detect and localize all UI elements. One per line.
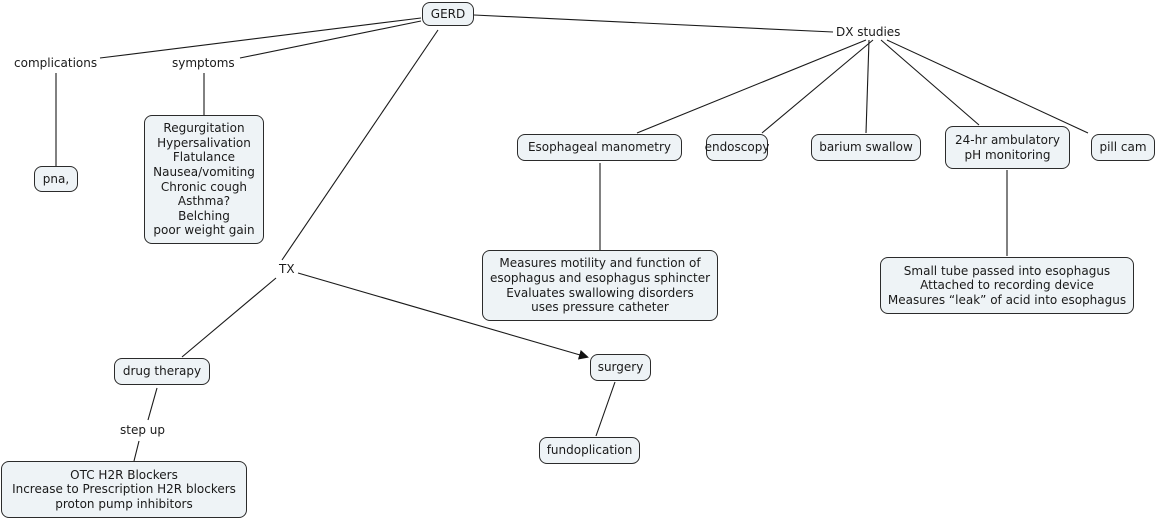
edge-gerd-tx <box>281 29 439 261</box>
linking-phrase-tx: TX <box>277 262 297 276</box>
concept-surgery[interactable]: surgery <box>590 354 651 381</box>
edge-gerd-complications <box>99 17 422 59</box>
linking-phrase-dx-studies: DX studies <box>834 25 903 39</box>
edge-drug-stepup <box>147 387 158 421</box>
concept-pna[interactable]: pna, <box>34 166 78 192</box>
linking-phrase-symptoms: symptoms <box>170 56 237 70</box>
edge-surgery-fundoplication <box>595 381 616 437</box>
concept-symptoms-list[interactable]: Regurgitation Hypersalivation Flatulance… <box>144 115 264 244</box>
edge-gerd-dx-studies <box>473 14 834 33</box>
edge-dx-manometry <box>636 39 867 134</box>
edge-stepup-drugsteps <box>133 440 140 462</box>
concept-drug-therapy[interactable]: drug therapy <box>114 358 210 385</box>
linking-phrase-step-up: step up <box>118 423 167 437</box>
concept-gerd[interactable]: GERD <box>422 2 474 26</box>
concept-drug-steps[interactable]: OTC H2R Blockers Increase to Prescriptio… <box>1 461 247 518</box>
edge-gerd-symptoms <box>239 20 422 59</box>
concept-barium-swallow[interactable]: barium swallow <box>811 134 921 161</box>
concept-pill-cam[interactable]: pill cam <box>1091 134 1155 161</box>
edge-dx-pillcam <box>886 39 1089 134</box>
concept-esophageal-manometry[interactable]: Esophageal manometry <box>517 134 682 161</box>
concept-manometry-details[interactable]: Measures motility and function of esopha… <box>482 250 718 321</box>
edge-dx-endoscopy <box>761 39 874 134</box>
concept-ph-details[interactable]: Small tube passed into esophagus Attache… <box>880 257 1134 314</box>
edge-dx-ph <box>880 39 980 126</box>
concept-ph-monitoring[interactable]: 24-hr ambulatory pH monitoring <box>945 126 1070 169</box>
linking-phrase-complications: complications <box>12 56 100 70</box>
edge-dx-barium <box>865 39 870 134</box>
concept-fundoplication[interactable]: fundoplication <box>539 437 640 464</box>
edge-tx-drug <box>181 277 277 358</box>
concept-endoscopy[interactable]: endoscopy <box>705 134 769 161</box>
